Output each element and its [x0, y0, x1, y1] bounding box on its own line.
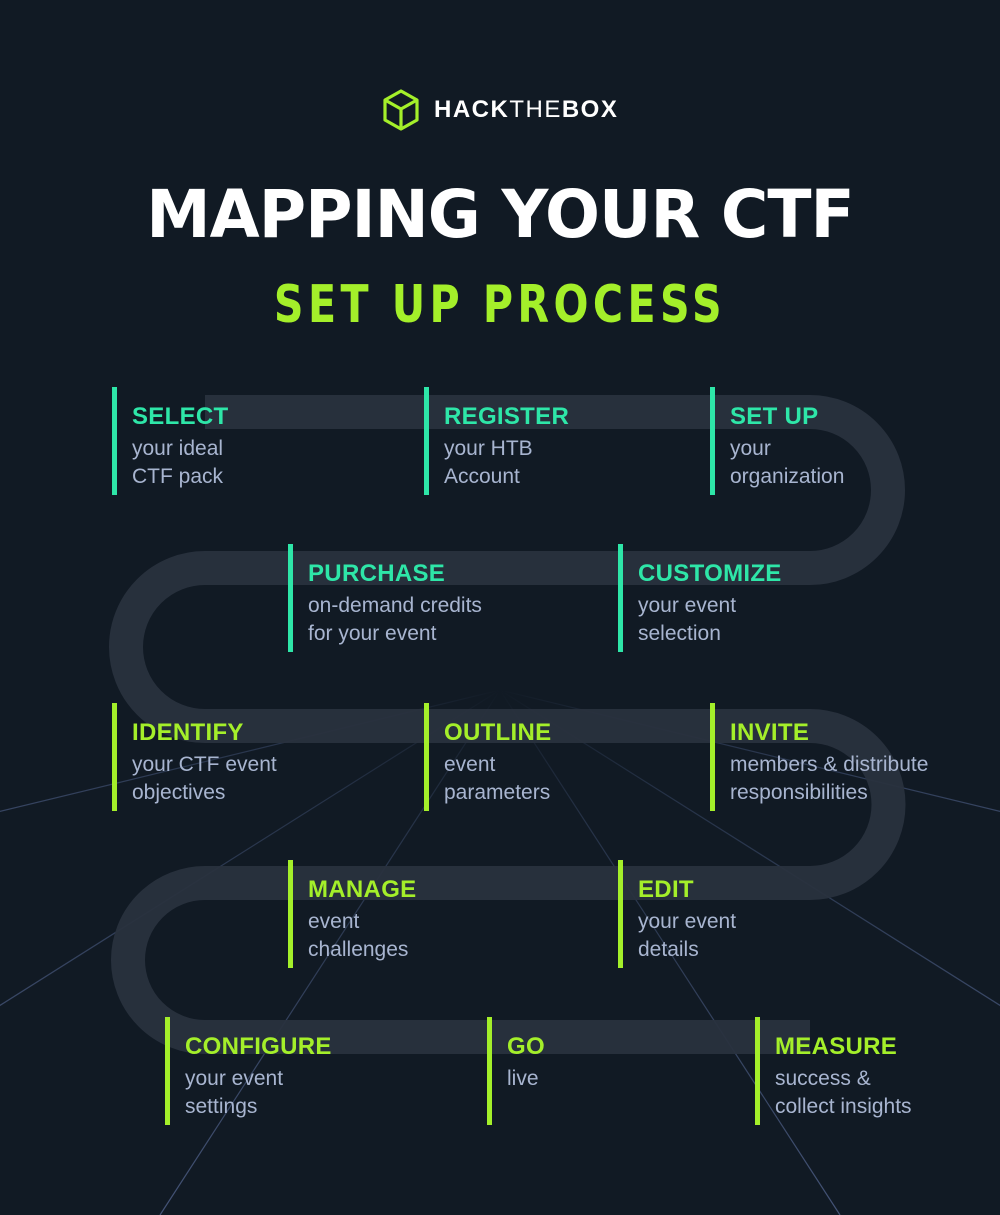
step-description: event parameters [444, 753, 551, 804]
step-description: live [507, 1067, 539, 1090]
page-subtitle: SET UP PROCESS [273, 275, 727, 335]
step-description: success & collect insights [775, 1067, 912, 1118]
step-description: your ideal CTF pack [132, 437, 224, 488]
step-marker-bar [424, 703, 429, 811]
step-set-up: SET UP your organization [710, 387, 844, 495]
step-heading: IDENTIFY [132, 719, 244, 746]
page-title: MAPPING YOUR CTF [146, 176, 854, 253]
step-marker-bar [112, 703, 117, 811]
step-marker-bar [165, 1017, 170, 1125]
step-heading: MANAGE [308, 876, 417, 903]
step-purchase: PURCHASE on-demand credits for your event [288, 544, 482, 652]
step-heading: CUSTOMIZE [638, 560, 782, 587]
step-heading: SELECT [132, 403, 229, 430]
step-description: your event settings [185, 1067, 284, 1118]
step-select: SELECT your ideal CTF pack [112, 387, 228, 495]
step-invite: INVITE members & distribute responsibilit… [710, 703, 928, 811]
step-outline: OUTLINE event parameters [424, 703, 551, 811]
step-heading: INVITE [730, 719, 810, 746]
step-marker-bar [288, 544, 293, 652]
step-go: GO live [487, 1017, 545, 1125]
step-heading: OUTLINE [444, 719, 552, 746]
step-marker-bar [424, 387, 429, 495]
step-marker-bar [755, 1017, 760, 1125]
step-configure: CONFIGURE your event settings [165, 1017, 331, 1125]
step-description: your event selection [638, 594, 737, 645]
cube-icon [383, 89, 419, 131]
step-heading: SET UP [730, 403, 819, 430]
step-description: event challenges [308, 910, 409, 961]
step-description: on-demand credits for your event [308, 594, 482, 645]
step-marker-bar [487, 1017, 492, 1125]
step-marker-bar [618, 544, 623, 652]
step-marker-bar [710, 387, 715, 495]
step-customize: CUSTOMIZE your event selection [618, 544, 781, 652]
step-description: your HTB Account [444, 437, 533, 488]
step-heading: PURCHASE [308, 560, 446, 587]
step-description: your CTF event objectives [132, 753, 277, 804]
step-marker-bar [710, 703, 715, 811]
step-marker-bar [112, 387, 117, 495]
step-heading: MEASURE [775, 1033, 898, 1060]
step-identify: IDENTIFY your CTF event objectives [112, 703, 277, 811]
step-description: your organization [730, 437, 845, 488]
step-heading: CONFIGURE [185, 1033, 332, 1060]
step-measure: MEASURE success & collect insights [755, 1017, 912, 1125]
step-marker-bar [618, 860, 623, 968]
step-description: your event details [638, 910, 737, 961]
step-edit: EDIT your event details [618, 860, 736, 968]
brand-name: HACKTHEBOX [434, 96, 619, 123]
step-marker-bar [288, 860, 293, 968]
step-register: REGISTER your HTB Account [424, 387, 569, 495]
step-heading: REGISTER [444, 403, 570, 430]
step-manage: MANAGE event challenges [288, 860, 416, 968]
step-heading: EDIT [638, 876, 694, 903]
step-heading: GO [507, 1033, 545, 1060]
step-description: members & distribute responsibilities [730, 753, 929, 804]
hackthebox-logo: HACKTHEBOX [382, 88, 618, 132]
